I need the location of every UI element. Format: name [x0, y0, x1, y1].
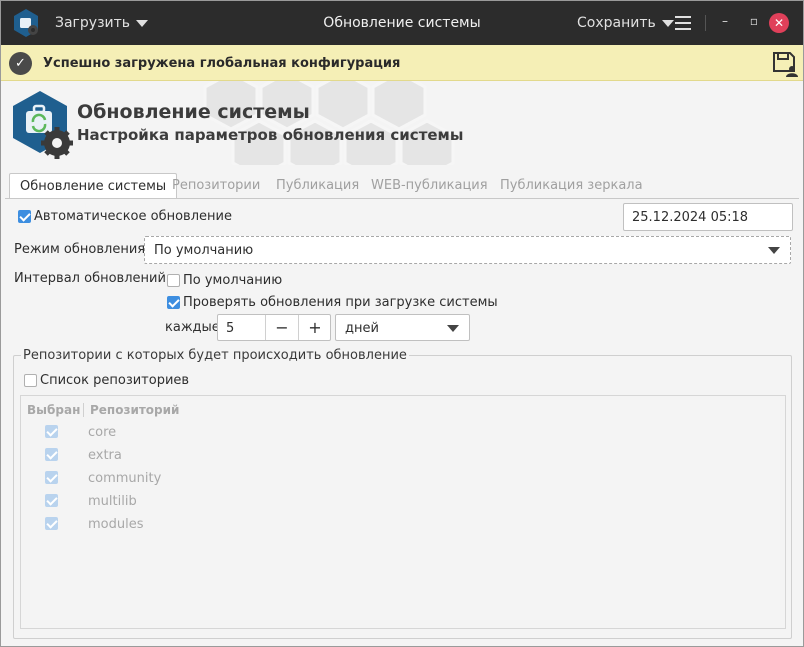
auto-update-checkbox[interactable] — [18, 210, 31, 223]
every-label: каждые — [165, 320, 220, 335]
chevron-down-icon — [661, 19, 674, 27]
interval-value[interactable]: 5 — [226, 321, 234, 336]
page-title: Обновление системы — [77, 101, 310, 123]
load-menu-label: Загрузить — [55, 15, 131, 31]
close-button[interactable]: ✕ — [769, 13, 789, 33]
app-icon — [14, 9, 38, 37]
tab-repositories[interactable]: Репозитории — [162, 173, 270, 199]
tab-system-update[interactable]: Обновление системы — [9, 173, 178, 199]
hexagon-pattern — [203, 81, 455, 165]
column-header-selected[interactable]: Выбран — [27, 403, 80, 417]
repositories-group-title: Репозитории с которых будет происходить … — [21, 348, 409, 363]
plus-button[interactable]: + — [298, 315, 331, 340]
table-row: community — [88, 471, 162, 486]
tab-publication[interactable]: Публикация — [266, 173, 369, 199]
row-selected-checkbox[interactable] — [45, 471, 58, 484]
table-row: multilib — [88, 494, 137, 509]
save-config-icon[interactable] — [771, 50, 799, 78]
row-selected-checkbox[interactable] — [45, 494, 58, 507]
update-mode-value: По умолчанию — [154, 243, 254, 258]
repo-list-label: Список репозиториев — [40, 373, 190, 388]
check-on-boot-label: Проверять обновления при загрузке систем… — [183, 295, 498, 310]
save-menu-label: Сохранить — [577, 15, 656, 31]
tab-bar: Обновление системы Репозитории Публикаци… — [9, 173, 795, 199]
datetime-field[interactable]: 25.12.2024 05:18 — [623, 203, 793, 231]
notification-text: Успешно загружена глобальная конфигураци… — [43, 56, 401, 71]
update-interval-label: Интервал обновлений: — [14, 271, 171, 286]
page-subtitle: Настройка параметров обновления системы — [77, 126, 464, 144]
maximize-button[interactable]: ▫ — [746, 14, 762, 32]
update-mode-label: Режим обновления: — [14, 242, 150, 257]
chevron-down-icon — [768, 247, 780, 254]
title-bar: Загрузить Обновление системы Сохранить –… — [1, 1, 803, 45]
repositories-table: Выбран Репозиторий core extra community … — [20, 395, 786, 629]
tab-mirror-publication[interactable]: Публикация зеркала — [490, 173, 653, 199]
column-divider — [83, 403, 84, 417]
table-row: extra — [88, 448, 122, 463]
column-header-repository[interactable]: Репозиторий — [90, 403, 179, 417]
load-menu-button[interactable]: Загрузить — [55, 15, 149, 31]
repo-list-checkbox[interactable] — [24, 374, 37, 387]
auto-update-label: Автоматическое обновление — [34, 209, 232, 224]
row-selected-checkbox[interactable] — [45, 517, 58, 530]
app-window: Загрузить Обновление системы Сохранить –… — [0, 0, 804, 647]
minus-button[interactable]: − — [265, 315, 298, 340]
table-row: core — [88, 425, 117, 440]
header-banner: Обновление системы Настройка параметров … — [1, 81, 803, 165]
interval-unit-value: дней — [345, 321, 379, 336]
titlebar-divider — [705, 15, 706, 31]
check-circle-icon: ✓ — [9, 52, 32, 75]
hamburger-menu-icon[interactable] — [675, 16, 691, 30]
row-selected-checkbox[interactable] — [45, 425, 58, 438]
window-title: Обновление системы — [323, 15, 481, 31]
row-selected-checkbox[interactable] — [45, 448, 58, 461]
interval-stepper: 5 − + — [217, 314, 331, 341]
notification-bar: ✓ Успешно загружена глобальная конфигура… — [1, 45, 803, 81]
check-on-boot-checkbox[interactable] — [167, 296, 180, 309]
save-menu-button[interactable]: Сохранить — [577, 15, 674, 31]
interval-default-label: По умолчанию — [183, 273, 283, 288]
minimize-button[interactable]: – — [717, 14, 733, 32]
update-logo-icon — [13, 91, 73, 159]
tab-web-publication[interactable]: WEB-публикация — [361, 173, 498, 199]
interval-default-checkbox[interactable] — [167, 274, 180, 287]
update-mode-select[interactable]: По умолчанию — [144, 236, 791, 264]
interval-unit-select[interactable]: дней — [335, 314, 470, 341]
chevron-down-icon — [447, 325, 459, 332]
chevron-down-icon — [136, 19, 149, 27]
table-row: modules — [88, 517, 144, 532]
